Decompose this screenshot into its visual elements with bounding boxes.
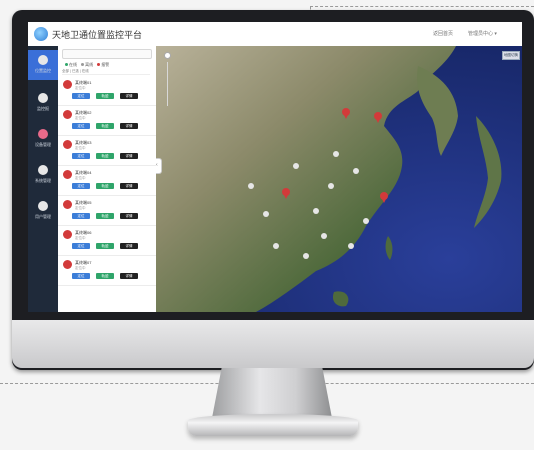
legend-label: 报警 [101, 62, 110, 67]
device-status-icon [63, 140, 72, 149]
status-legend: 在线 离线 报警 [62, 62, 109, 68]
alarm-dot-icon [97, 63, 101, 67]
detail-button[interactable]: 详情 [120, 273, 138, 279]
rail-item-label: 设备管理 [35, 142, 51, 147]
track-button[interactable]: 轨迹 [96, 93, 114, 99]
legend-label: 在线 [69, 62, 77, 67]
rail-item-system[interactable]: 系统管理 [28, 160, 58, 190]
map-switch-button[interactable]: 地图切换 [502, 51, 520, 60]
rail-item-devices[interactable]: 设备管理 [28, 124, 58, 154]
device-status: 定位中 [75, 86, 86, 90]
track-button[interactable]: 轨迹 [96, 183, 114, 189]
track-button[interactable]: 轨迹 [96, 213, 114, 219]
globe-logo-icon [34, 27, 48, 41]
list-item[interactable]: 某终端06 定位中 定位 轨迹 详情 [58, 226, 156, 256]
device-status-icon [63, 80, 72, 89]
app-header: 天地卫通位置监控平台 返回首页 管理员中心 ▾ [28, 22, 522, 47]
monitor-chin [12, 320, 534, 368]
list-item[interactable]: 某终端05 定位中 定位 轨迹 详情 [58, 196, 156, 226]
list-item[interactable]: 某终端03 定位中 定位 轨迹 详情 [58, 136, 156, 166]
locate-button[interactable]: 定位 [72, 93, 90, 99]
home-link[interactable]: 返回首页 [433, 30, 453, 37]
detail-button[interactable]: 详情 [120, 213, 138, 219]
list-item[interactable]: 某终端01 定位中 定位 轨迹 详情 [58, 76, 156, 106]
detail-button[interactable]: 详情 [120, 183, 138, 189]
offline-dot-icon [81, 63, 85, 67]
detail-button[interactable]: 详情 [120, 123, 138, 129]
rail-item-label: 系统管理 [35, 178, 51, 183]
track-button[interactable]: 轨迹 [96, 123, 114, 129]
detail-button[interactable]: 详情 [120, 243, 138, 249]
building-icon [38, 165, 48, 175]
user-menu[interactable]: 管理员中心 ▾ [468, 30, 497, 37]
device-status-icon [63, 230, 72, 239]
rail-item-location[interactable]: 位置监控 [28, 50, 58, 80]
list-item[interactable]: 某终端04 定位中 定位 轨迹 详情 [58, 166, 156, 196]
screen: 天地卫通位置监控平台 返回首页 管理员中心 ▾ 位置监控 监控报 设备管理 系统… [28, 22, 522, 312]
app-title: 天地卫通位置监控平台 [52, 30, 143, 40]
satellite-map[interactable] [156, 46, 522, 312]
track-button[interactable]: 轨迹 [96, 153, 114, 159]
locate-button[interactable]: 定位 [72, 153, 90, 159]
detail-button[interactable]: 详情 [120, 153, 138, 159]
device-status-icon [63, 260, 72, 269]
search-input[interactable] [62, 49, 152, 59]
monitor-stand-foot [188, 414, 358, 436]
rail-item-label: 位置监控 [35, 68, 51, 73]
list-item[interactable]: 某终端02 定位中 定位 轨迹 详情 [58, 106, 156, 136]
locate-button[interactable]: 定位 [72, 183, 90, 189]
device-list-panel: 在线 离线 报警 全部 | 已选 | 在线 某终端01 定位中 定位 轨迹 详情… [58, 46, 157, 312]
device-status: 定位中 [75, 206, 86, 210]
speedometer-icon [38, 93, 48, 103]
user-icon [38, 201, 48, 211]
online-dot-icon [65, 63, 68, 67]
zoom-in-icon[interactable] [164, 52, 171, 59]
device-status: 定位中 [75, 176, 86, 180]
legend-label: 离线 [85, 62, 94, 67]
dashed-border-top [310, 6, 534, 7]
locate-button[interactable]: 定位 [72, 243, 90, 249]
locate-button[interactable]: 定位 [72, 123, 90, 129]
locate-button[interactable]: 定位 [72, 273, 90, 279]
map-pin-icon [38, 55, 48, 65]
device-status-icon [63, 170, 72, 179]
monitor-stand-neck [212, 368, 332, 418]
rail-item-label: 监控报 [37, 106, 49, 111]
zoom-slider[interactable] [167, 62, 168, 106]
rail-item-users[interactable]: 用户管理 [28, 196, 58, 226]
collapse-panel-icon[interactable]: ‹ [156, 158, 162, 174]
device-status: 定位中 [75, 236, 86, 240]
detail-button[interactable]: 详情 [120, 93, 138, 99]
device-list: 某终端01 定位中 定位 轨迹 详情 某终端02 定位中 定位 轨迹 详情 某终… [58, 76, 156, 286]
track-button[interactable]: 轨迹 [96, 273, 114, 279]
rail-item-reports[interactable]: 监控报 [28, 88, 58, 118]
locate-button[interactable]: 定位 [72, 213, 90, 219]
device-status: 定位中 [75, 266, 86, 270]
device-status-icon [63, 200, 72, 209]
sidebar-rail: 位置监控 监控报 设备管理 系统管理 用户管理 [28, 46, 58, 312]
track-button[interactable]: 轨迹 [96, 243, 114, 249]
device-status: 定位中 [75, 116, 86, 120]
device-icon [38, 129, 48, 139]
map-canvas [156, 46, 522, 312]
filter-tabs[interactable]: 全部 | 已选 | 在线 [62, 69, 150, 75]
device-status-icon [63, 110, 72, 119]
zoom-control[interactable] [164, 52, 171, 108]
device-status: 定位中 [75, 146, 86, 150]
list-item[interactable]: 某终端07 定位中 定位 轨迹 详情 [58, 256, 156, 286]
rail-item-label: 用户管理 [35, 214, 51, 219]
